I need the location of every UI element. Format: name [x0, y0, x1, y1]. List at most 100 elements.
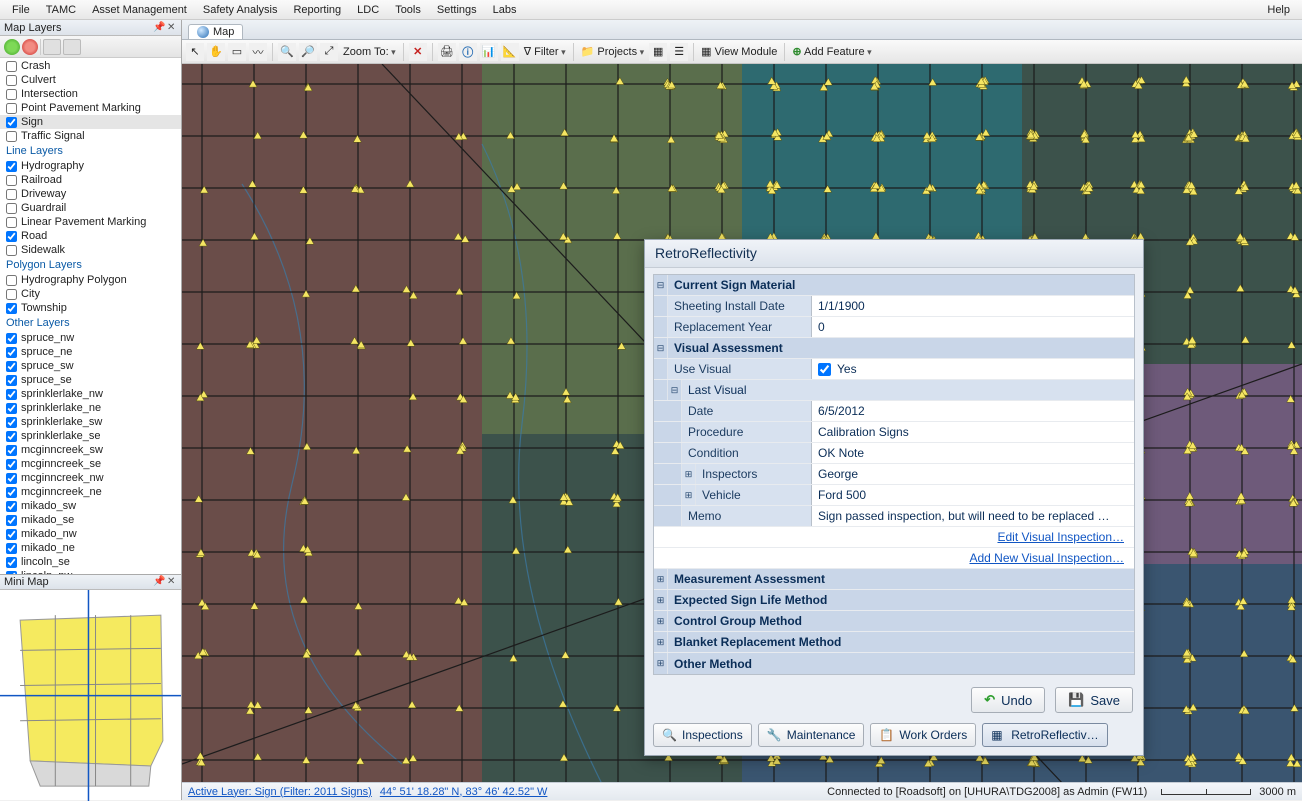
add-visual-inspection-link[interactable]: Add New Visual Inspection…: [654, 548, 1134, 568]
close-icon[interactable]: ✕: [167, 23, 177, 33]
layer-checkbox[interactable]: [6, 245, 17, 256]
select-tool[interactable]: ▭: [228, 43, 246, 61]
section-visual-assessment[interactable]: Visual Assessment: [668, 338, 1134, 358]
collapse-icon[interactable]: ⊟: [668, 380, 682, 400]
active-layer-link[interactable]: Active Layer: Sign (Filter: 2011 Signs): [188, 786, 372, 798]
section-other[interactable]: Other Method: [668, 653, 1134, 674]
layer-checkbox[interactable]: [6, 131, 17, 142]
remove-layer-button[interactable]: [22, 39, 38, 55]
expand-icon[interactable]: ⊞: [654, 653, 668, 674]
layer-row[interactable]: spruce_sw: [0, 359, 181, 373]
layer-row[interactable]: Hydrography Polygon: [0, 273, 181, 287]
use-visual-checkbox[interactable]: [818, 363, 831, 376]
field-value[interactable]: 6/5/2012: [812, 401, 1134, 421]
menu-asset-management[interactable]: Asset Management: [84, 2, 195, 18]
collapse-icon[interactable]: ⊟: [654, 275, 668, 295]
layer-checkbox[interactable]: [6, 289, 17, 300]
save-button[interactable]: 💾Save: [1055, 687, 1133, 713]
layers-list[interactable]: CrashCulvertIntersectionPoint Pavement M…: [0, 58, 181, 574]
layer-row[interactable]: mcginncreek_ne: [0, 485, 181, 499]
layer-row[interactable]: mikado_nw: [0, 527, 181, 541]
projects-dropdown[interactable]: 📁 Projects: [579, 45, 647, 58]
layer-row[interactable]: Hydrography: [0, 159, 181, 173]
layer-checkbox[interactable]: [6, 161, 17, 172]
close-icon[interactable]: ✕: [167, 577, 177, 587]
layer-row[interactable]: spruce_nw: [0, 331, 181, 345]
clear-button[interactable]: ✕: [409, 43, 427, 61]
edit-visual-inspection-link[interactable]: Edit Visual Inspection…: [654, 527, 1134, 547]
layer-checkbox[interactable]: [6, 487, 17, 498]
pin-icon[interactable]: 📌: [153, 23, 163, 33]
layer-checkbox[interactable]: [6, 361, 17, 372]
menu-reporting[interactable]: Reporting: [285, 2, 349, 18]
layer-row[interactable]: City: [0, 287, 181, 301]
layer-row[interactable]: lincoln_se: [0, 555, 181, 569]
field-value[interactable]: Yes: [812, 359, 1134, 379]
layer-checkbox[interactable]: [6, 303, 17, 314]
layer-row[interactable]: mcginncreek_se: [0, 457, 181, 471]
lasso-tool[interactable]: 〰: [249, 43, 267, 61]
layer-checkbox[interactable]: [6, 389, 17, 400]
add-feature-dropdown[interactable]: ⊕ Add Feature: [790, 45, 873, 58]
layer-checkbox[interactable]: [6, 175, 17, 186]
layer-checkbox[interactable]: [6, 445, 17, 456]
minimap[interactable]: [0, 590, 181, 800]
layer-row[interactable]: Linear Pavement Marking: [0, 215, 181, 229]
menu-tools[interactable]: Tools: [387, 2, 429, 18]
layer-checkbox[interactable]: [6, 417, 17, 428]
layer-row[interactable]: mcginncreek_nw: [0, 471, 181, 485]
menu-safety-analysis[interactable]: Safety Analysis: [195, 2, 286, 18]
collapse-icon[interactable]: ⊟: [654, 338, 668, 358]
section-measurement[interactable]: Measurement Assessment: [668, 569, 1134, 589]
view-module-button[interactable]: ▦ View Module: [699, 45, 779, 58]
pointer-tool[interactable]: ↖: [186, 43, 204, 61]
expand-icon[interactable]: ⊞: [682, 485, 696, 505]
expand-icon[interactable]: ⊞: [654, 632, 668, 652]
layer-row[interactable]: sprinklerlake_sw: [0, 415, 181, 429]
layer-tool-2[interactable]: [63, 39, 81, 55]
layer-row[interactable]: Driveway: [0, 187, 181, 201]
layer-row[interactable]: mikado_se: [0, 513, 181, 527]
layer-row[interactable]: mikado_sw: [0, 499, 181, 513]
expand-icon[interactable]: ⊞: [682, 464, 696, 484]
layer-row[interactable]: mikado_ne: [0, 541, 181, 555]
layer-checkbox[interactable]: [6, 557, 17, 568]
layer-checkbox[interactable]: [6, 275, 17, 286]
layer-checkbox[interactable]: [6, 347, 17, 358]
section-expected-life[interactable]: Expected Sign Life Method: [668, 590, 1134, 610]
layer-row[interactable]: sprinklerlake_ne: [0, 401, 181, 415]
section-blanket[interactable]: Blanket Replacement Method: [668, 632, 1134, 652]
grid-button[interactable]: ▦: [649, 43, 667, 61]
layer-checkbox[interactable]: [6, 529, 17, 540]
menu-ldc[interactable]: LDC: [349, 2, 387, 18]
layer-row[interactable]: Culvert: [0, 73, 181, 87]
list-button[interactable]: ☰: [670, 43, 688, 61]
layer-checkbox[interactable]: [6, 515, 17, 526]
layer-tool-1[interactable]: [43, 39, 61, 55]
tab-maintenance[interactable]: 🔧Maintenance: [758, 723, 865, 747]
layer-row[interactable]: Crash: [0, 59, 181, 73]
menu-tamc[interactable]: TAMC: [38, 2, 84, 18]
layer-checkbox[interactable]: [6, 473, 17, 484]
add-layer-button[interactable]: [4, 39, 20, 55]
layer-row[interactable]: spruce_se: [0, 373, 181, 387]
layer-checkbox[interactable]: [6, 501, 17, 512]
layer-row[interactable]: Guardrail: [0, 201, 181, 215]
layer-row[interactable]: Road: [0, 229, 181, 243]
layer-row[interactable]: sprinklerlake_nw: [0, 387, 181, 401]
layer-row[interactable]: Sidewalk: [0, 243, 181, 257]
menu-file[interactable]: File: [4, 2, 38, 18]
section-control-group[interactable]: Control Group Method: [668, 611, 1134, 631]
identify-button[interactable]: 📊: [480, 43, 498, 61]
layer-checkbox[interactable]: [6, 103, 17, 114]
field-value[interactable]: OK Note: [812, 443, 1134, 463]
layer-checkbox[interactable]: [6, 117, 17, 128]
section-last-visual[interactable]: Last Visual: [682, 380, 1134, 400]
zoom-to-dropdown[interactable]: Zoom To:: [341, 46, 398, 58]
layer-row[interactable]: sprinklerlake_se: [0, 429, 181, 443]
layer-row[interactable]: spruce_ne: [0, 345, 181, 359]
pin-icon[interactable]: 📌: [153, 577, 163, 587]
layer-row[interactable]: Sign: [0, 115, 181, 129]
layer-row[interactable]: Railroad: [0, 173, 181, 187]
layer-row[interactable]: mcginncreek_sw: [0, 443, 181, 457]
